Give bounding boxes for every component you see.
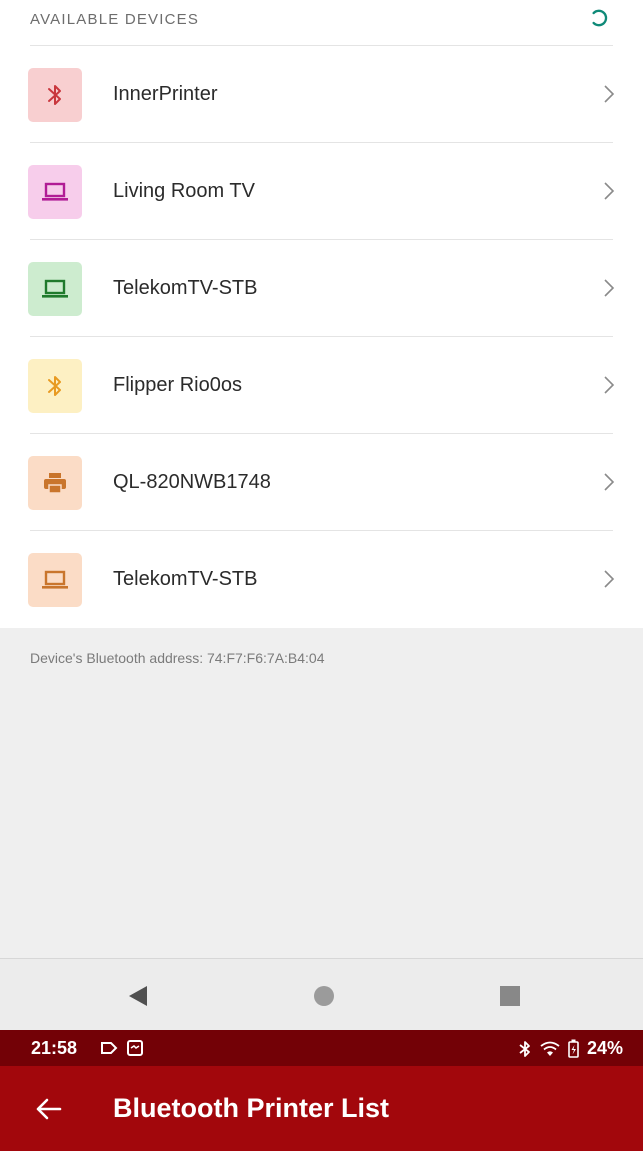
device-row-telekomtv-stb[interactable]: TelekomTV-STB [0,240,643,337]
nav-recents-button[interactable] [495,981,525,1011]
tag-icon [101,1042,118,1054]
loading-spinner-icon [592,9,608,27]
chevron-right-icon [604,473,615,491]
square-recents-icon [500,986,520,1006]
device-icon-tile [28,456,82,510]
status-time: 21:58 [31,1038,78,1058]
device-icon-tile [28,553,82,607]
chevron-right-icon [604,279,615,297]
device-row-telekomtv-stb-2[interactable]: TelekomTV-STB [0,531,643,628]
system-nav-bar [0,958,643,1030]
status-notification-icons [100,1038,144,1058]
device-row-living-room-tv[interactable]: Living Room TV [0,143,643,240]
page-title: Bluetooth Printer List [113,1093,389,1123]
battery-percentage: 24% [586,1038,623,1058]
message-icon [127,1040,143,1056]
device-name: InnerPrinter [113,83,218,105]
battery-charging-icon [568,1039,579,1058]
bluetooth-icon [48,85,61,105]
section-header: AVAILABLE DEVICES [0,0,643,46]
device-icon-tile [28,262,82,316]
device-list-panel: AVAILABLE DEVICES InnerPrinter Living Ro… [0,0,643,628]
section-title: AVAILABLE DEVICES [30,11,200,28]
printer-icon [44,473,66,494]
device-name: QL-820NWB1748 [113,471,271,493]
back-arrow-icon[interactable] [34,1096,62,1122]
wifi-icon [540,1041,560,1056]
triangle-back-icon [129,986,147,1006]
status-bar: 21:58 24% [0,1030,643,1066]
device-name: TelekomTV-STB [113,568,258,590]
device-name: Living Room TV [113,180,255,202]
app-bar: Bluetooth Printer List [0,1066,643,1151]
circle-home-icon [314,986,334,1006]
bluetooth-icon [48,376,61,396]
laptop-icon [42,570,68,589]
nav-back-button[interactable] [123,981,153,1011]
device-icon-tile [28,359,82,413]
laptop-icon [42,182,68,201]
device-icon-tile [28,68,82,122]
chevron-right-icon [604,570,615,588]
nav-home-button[interactable] [309,981,339,1011]
chevron-right-icon [604,376,615,394]
device-row-innerprinter[interactable]: InnerPrinter [0,46,643,143]
device-row-ql-820nwb1748[interactable]: QL-820NWB1748 [0,434,643,531]
device-row-flipper-rio0os[interactable]: Flipper Rio0os [0,337,643,434]
device-icon-tile [28,165,82,219]
device-name: TelekomTV-STB [113,277,258,299]
status-system-icons: 24% [518,1038,623,1059]
laptop-icon [42,279,68,298]
chevron-right-icon [604,182,615,200]
device-name: Flipper Rio0os [113,374,242,396]
bluetooth-address-text: Device's Bluetooth address: 74:F7:F6:7A:… [30,650,325,666]
bluetooth-icon [519,1040,530,1057]
chevron-right-icon [604,85,615,103]
